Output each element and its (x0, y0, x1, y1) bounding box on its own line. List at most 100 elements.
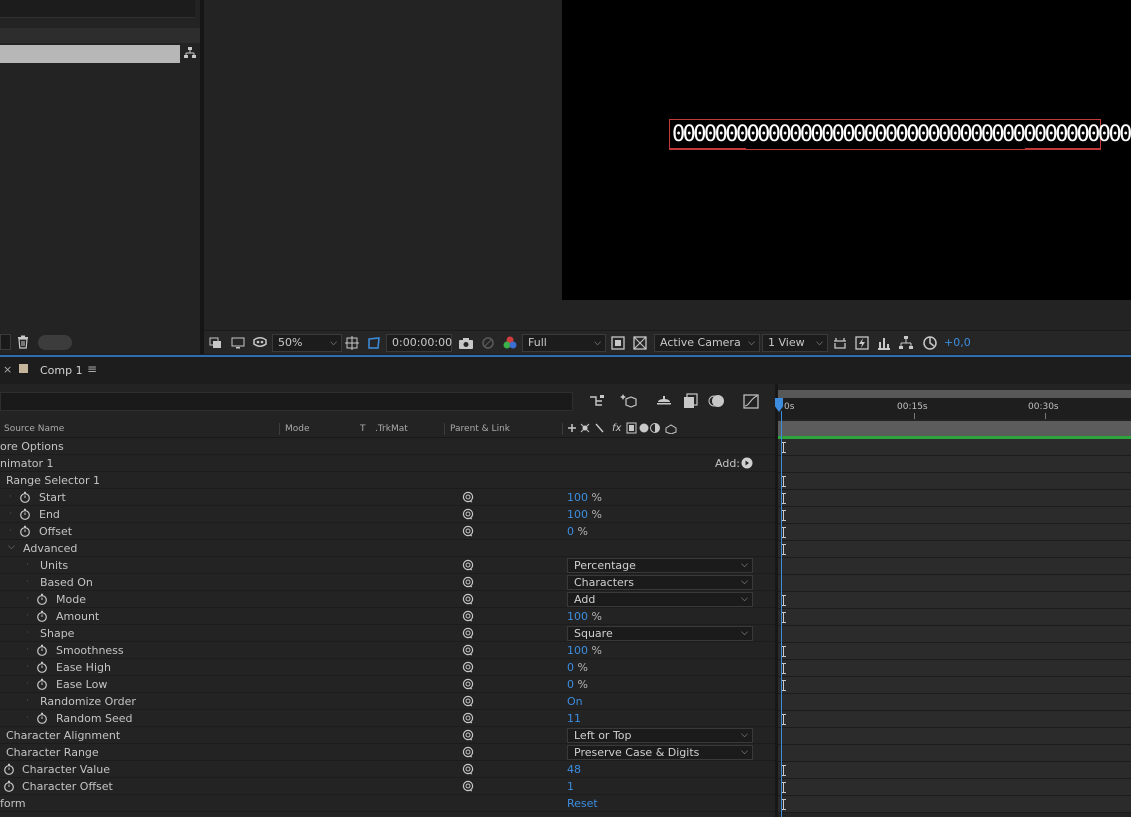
time-graph-row[interactable] (778, 592, 1131, 609)
pick-whip-icon[interactable] (462, 610, 474, 622)
time-graph-row[interactable] (778, 609, 1131, 626)
trash-icon[interactable] (17, 335, 29, 349)
time-graph[interactable]: 0s 00:15s 00:30s (775, 384, 1131, 817)
show-snapshot-icon[interactable] (480, 335, 496, 351)
pick-whip-icon[interactable] (462, 780, 474, 792)
advanced-row[interactable]: ⌵ Advanced (0, 540, 775, 557)
amount-value[interactable]: 100 % (567, 610, 602, 623)
units-dropdown[interactable]: Percentage ⌵ (567, 558, 753, 573)
column-divider[interactable] (444, 423, 445, 435)
time-graph-row[interactable] (778, 779, 1131, 796)
character-offset-row[interactable]: Character Offset 1 (0, 778, 775, 795)
smoothness-row[interactable]: · Smoothness 100 % (0, 642, 775, 659)
shape-dropdown[interactable]: Square ⌵ (567, 626, 753, 641)
stopwatch-icon[interactable] (3, 780, 15, 792)
stopwatch-icon[interactable] (36, 644, 48, 656)
timeline-link-icon[interactable] (876, 335, 892, 351)
time-graph-row[interactable] (778, 626, 1131, 643)
pick-whip-icon[interactable] (462, 729, 474, 741)
units-row[interactable]: · Units Percentage ⌵ (0, 557, 775, 574)
character-value-value[interactable]: 48 (567, 763, 581, 776)
time-graph-row[interactable] (778, 507, 1131, 524)
zoom-select[interactable]: 50% ⌵ (272, 334, 342, 352)
stopwatch-icon[interactable] (19, 525, 31, 537)
time-graph-row[interactable] (778, 762, 1131, 779)
based-on-dropdown[interactable]: Characters ⌵ (567, 575, 753, 590)
snapshot-camera-icon[interactable] (458, 335, 474, 351)
character-alignment-row[interactable]: Character Alignment Left or Top ⌵ (0, 727, 775, 744)
character-range-dropdown[interactable]: Preserve Case & Digits ⌵ (567, 745, 753, 760)
pick-whip-icon[interactable] (462, 746, 474, 758)
playhead-line[interactable] (781, 411, 782, 817)
time-graph-row[interactable] (778, 745, 1131, 762)
pick-whip-icon[interactable] (462, 525, 474, 537)
ease-low-row[interactable]: · Ease Low 0 % (0, 676, 775, 693)
ease-high-value[interactable]: 0 % (567, 661, 588, 674)
flowchart-icon[interactable] (183, 46, 197, 60)
pick-whip-icon[interactable] (462, 644, 474, 656)
offset-value[interactable]: 0 % (567, 525, 588, 538)
grid-guides-icon[interactable] (344, 335, 360, 351)
time-graph-row[interactable] (778, 660, 1131, 677)
animator-row[interactable]: nimator 1 Add: (0, 455, 775, 472)
value-number[interactable]: 100 (567, 491, 588, 504)
composition-mini-flowchart-icon[interactable] (588, 392, 606, 410)
pick-whip-icon[interactable] (462, 712, 474, 724)
column-divider[interactable] (279, 423, 280, 435)
amount-row[interactable]: · Amount 100 % (0, 608, 775, 625)
work-area-bar[interactable] (778, 390, 1131, 398)
time-graph-row[interactable] (778, 439, 1131, 456)
based-on-row[interactable]: · Based On Characters ⌵ (0, 574, 775, 591)
comp-duration-bar[interactable] (778, 421, 1131, 436)
value-number[interactable]: 100 (567, 610, 588, 623)
time-ruler[interactable]: 0s 00:15s 00:30s (778, 398, 1131, 419)
stopwatch-icon[interactable] (3, 763, 15, 775)
panel-menu-icon[interactable]: ≡ (87, 362, 97, 376)
fx-column[interactable]: fx (612, 423, 621, 434)
timeline-search-input[interactable] (0, 392, 573, 411)
randomize-order-value[interactable]: On (567, 695, 583, 708)
value-number[interactable]: 48 (567, 763, 581, 776)
tab-comp-1[interactable]: Comp 1 (40, 364, 83, 377)
character-value-row[interactable]: Character Value 48 (0, 761, 775, 778)
character-offset-value[interactable]: 1 (567, 780, 574, 793)
randomize-order-row[interactable]: · Randomize Order On (0, 693, 775, 710)
pick-whip-icon[interactable] (462, 491, 474, 503)
project-item-selected[interactable] (0, 45, 180, 63)
mode-dropdown[interactable]: Add ⌵ (567, 592, 753, 607)
time-graph-row[interactable] (778, 711, 1131, 728)
transform-reset-link[interactable]: Reset (567, 797, 598, 810)
smoothness-value[interactable]: 100 % (567, 644, 602, 657)
mode-row[interactable]: · Mode Add ⌵ (0, 591, 775, 608)
more-options-row[interactable]: ore Options (0, 438, 775, 455)
time-graph-row[interactable] (778, 524, 1131, 541)
time-graph-row[interactable] (778, 490, 1131, 507)
stopwatch-icon[interactable] (19, 508, 31, 520)
random-seed-value[interactable]: 11 (567, 712, 581, 725)
column-parent-link[interactable]: Parent & Link (450, 424, 510, 434)
start-row[interactable]: · Start 100 % (0, 489, 775, 506)
shy-layers-icon[interactable] (655, 392, 673, 410)
column-divider[interactable] (562, 423, 563, 435)
project-bottom-field[interactable] (0, 334, 11, 350)
camera-select[interactable]: Active Camera ⌵ (654, 334, 760, 352)
stopwatch-icon[interactable] (36, 661, 48, 673)
pick-whip-icon[interactable] (462, 763, 474, 775)
range-selector-row[interactable]: Range Selector 1 (0, 472, 775, 489)
region-of-interest-icon[interactable] (610, 335, 626, 351)
pick-whip-icon[interactable] (462, 661, 474, 673)
time-graph-row[interactable] (778, 728, 1131, 745)
ease-high-row[interactable]: · Ease High 0 % (0, 659, 775, 676)
checkerboard-icon[interactable] (632, 335, 648, 351)
value-number[interactable]: On (567, 695, 583, 708)
always-preview-icon[interactable] (208, 335, 224, 351)
exposure-value[interactable]: +0,0 (944, 335, 971, 351)
add-menu-arrow-icon[interactable] (741, 457, 753, 469)
start-value[interactable]: 100 % (567, 491, 602, 504)
resolution-select[interactable]: Full ⌵ (522, 334, 606, 352)
frame-blending-icon[interactable] (682, 392, 700, 410)
pick-whip-icon[interactable] (462, 593, 474, 605)
value-number[interactable]: 100 (567, 508, 588, 521)
time-graph-row[interactable] (778, 456, 1131, 473)
value-number[interactable]: 100 (567, 644, 588, 657)
